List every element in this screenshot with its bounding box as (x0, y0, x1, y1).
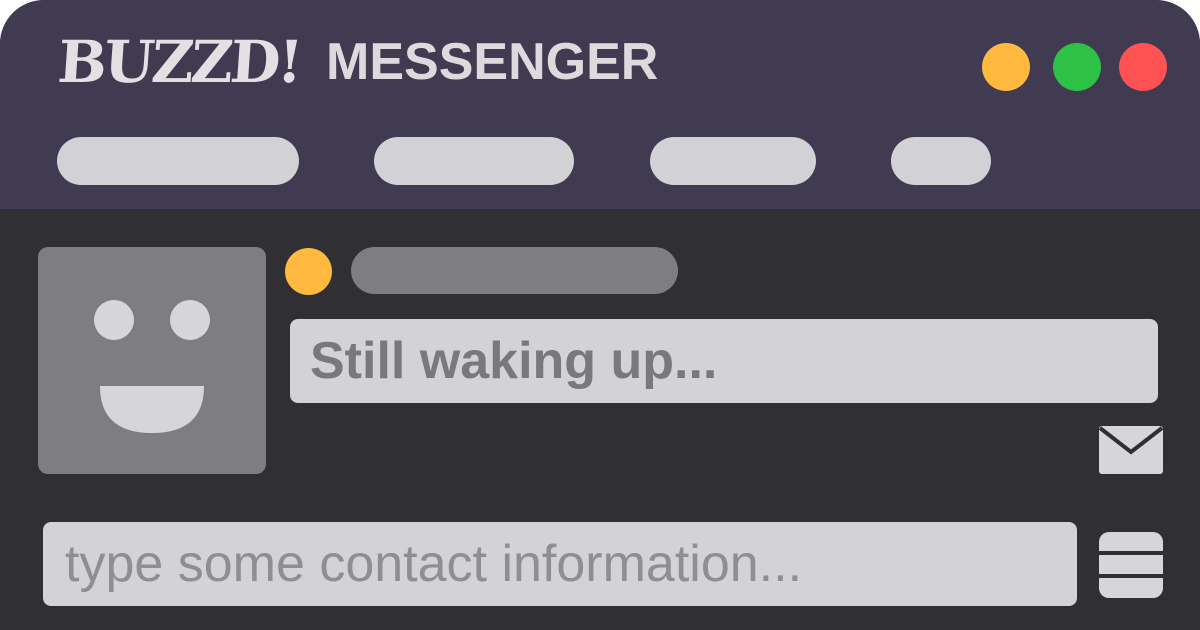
app-title: MESSENGER (326, 33, 659, 91)
status-message: Still waking up... (310, 332, 718, 390)
menu-item-2[interactable] (374, 137, 574, 185)
messenger-window: BUZZD! MESSENGER Still waking up... type… (0, 0, 1200, 630)
brand-name: BUZZD! (55, 28, 303, 96)
envelope-icon[interactable] (1099, 426, 1163, 474)
online-status-indicator (285, 248, 332, 295)
input-placeholder: type some contact information... (65, 535, 803, 593)
contact-avatar[interactable] (38, 247, 266, 474)
smiley-face-icon (94, 300, 210, 433)
app-logo: BUZZD! MESSENGER (55, 22, 659, 102)
title-bar: BUZZD! MESSENGER (0, 0, 1200, 209)
close-button[interactable] (1119, 43, 1167, 91)
contact-name-placeholder (351, 247, 678, 294)
menu-item-3[interactable] (650, 137, 816, 185)
status-message-box: Still waking up... (290, 319, 1158, 403)
menu-item-1[interactable] (57, 137, 299, 185)
contact-info-input[interactable]: type some contact information... (43, 522, 1077, 606)
minimize-button[interactable] (982, 43, 1030, 91)
hamburger-menu-icon[interactable] (1099, 532, 1163, 598)
menu-item-4[interactable] (891, 137, 991, 185)
maximize-button[interactable] (1053, 43, 1101, 91)
